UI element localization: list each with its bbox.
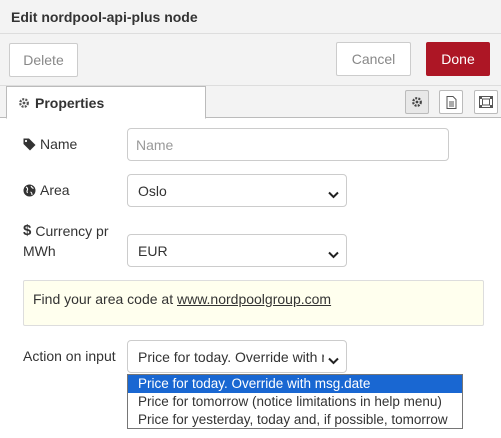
action-dropdown-list: Price for today. Override with msg.date … bbox=[127, 374, 463, 429]
tab-properties[interactable]: Properties bbox=[6, 86, 206, 119]
dollar-icon: $ bbox=[23, 222, 32, 239]
cancel-button[interactable]: Cancel bbox=[336, 42, 411, 76]
action-option-tomorrow[interactable]: Price for tomorrow (notice limitations i… bbox=[128, 393, 462, 411]
tab-settings-button[interactable] bbox=[405, 90, 429, 114]
dialog-header: Edit nordpool-api-plus node bbox=[0, 0, 501, 34]
dialog-toolbar: Delete Cancel Done bbox=[0, 34, 501, 86]
chevron-down-icon bbox=[328, 352, 339, 368]
nordpool-link[interactable]: www.nordpoolgroup.com bbox=[177, 291, 331, 307]
action-option-today[interactable]: Price for today. Override with msg.date bbox=[128, 375, 462, 393]
gear-icon bbox=[18, 97, 30, 109]
tab-appearance-button[interactable] bbox=[474, 90, 498, 114]
tab-bar: Properties bbox=[0, 86, 501, 119]
area-code-tip: Find your area code at www.nordpoolgroup… bbox=[23, 280, 484, 326]
tab-properties-label: Properties bbox=[35, 94, 105, 111]
chevron-down-icon bbox=[328, 186, 339, 202]
chevron-down-icon bbox=[328, 246, 339, 262]
action-label: Action on input bbox=[23, 348, 116, 364]
gear-icon bbox=[411, 96, 423, 108]
delete-button[interactable]: Delete bbox=[9, 43, 78, 77]
name-input[interactable]: Name bbox=[127, 128, 449, 161]
action-option-yesterday-today-tomorrow[interactable]: Price for yesterday, today and, if possi… bbox=[128, 411, 462, 429]
name-label: Name bbox=[23, 136, 77, 152]
dialog-title: Edit nordpool-api-plus node bbox=[11, 9, 198, 25]
currency-select[interactable]: EUR bbox=[127, 234, 347, 267]
tag-icon bbox=[23, 138, 36, 151]
area-label: Area bbox=[23, 182, 70, 198]
done-button[interactable]: Done bbox=[426, 42, 490, 76]
area-select[interactable]: Oslo bbox=[127, 174, 347, 207]
appearance-icon bbox=[479, 96, 493, 108]
document-icon bbox=[446, 95, 457, 109]
tab-description-button[interactable] bbox=[439, 90, 463, 114]
currency-label: $ Currency pr MWh bbox=[23, 222, 109, 259]
globe-icon bbox=[23, 184, 36, 197]
action-select[interactable]: Price for today. Override with msg.date bbox=[127, 340, 347, 373]
